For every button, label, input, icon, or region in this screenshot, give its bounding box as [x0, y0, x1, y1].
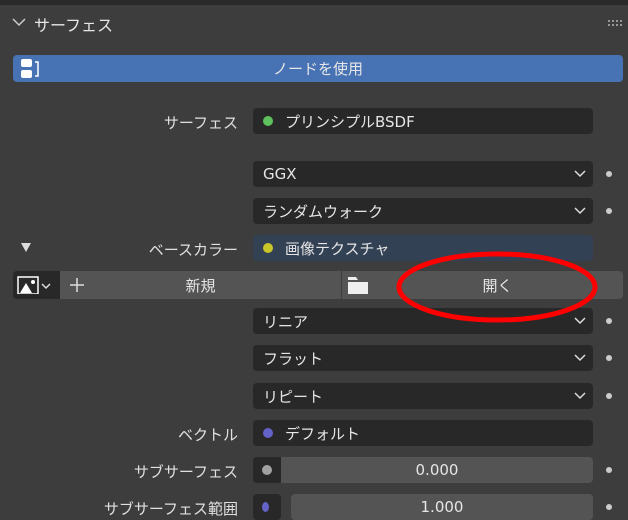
triangle-down-icon[interactable] [21, 243, 31, 252]
vector-field[interactable]: デフォルト [253, 420, 593, 446]
image-icon [17, 276, 51, 294]
keyframe-dot[interactable] [606, 504, 612, 510]
socket-dot-icon [263, 243, 273, 253]
keyframe-dot[interactable] [606, 318, 612, 324]
node-tree-icon [21, 59, 39, 78]
surface-value: プリンシプルBSDF [285, 112, 415, 131]
distribution-value: GGX [263, 165, 297, 183]
distribution-dropdown[interactable]: GGX [253, 161, 593, 187]
surface-label: サーフェス [163, 114, 238, 132]
use-nodes-button[interactable]: ノードを使用 [13, 55, 623, 82]
chevron-down-icon [12, 18, 26, 27]
plus-icon [70, 278, 84, 292]
folder-icon [348, 277, 368, 294]
socket-dot-icon [263, 116, 273, 126]
keyframe-dot[interactable] [606, 171, 612, 177]
panel-title: サーフェス [34, 16, 114, 35]
chevron-down-icon [574, 392, 586, 400]
projection-value: フラット [263, 349, 324, 368]
panel-header[interactable]: サーフェス [0, 8, 628, 38]
subsurface-method-dropdown[interactable]: ランダムウォーク [253, 198, 593, 224]
subsurface-slider[interactable]: 0.000 [281, 457, 593, 483]
new-label: 新規 [185, 276, 216, 295]
surface-shader-field[interactable]: プリンシプルBSDF [253, 108, 593, 134]
subsurface-radius-value: 1.000 [420, 498, 464, 516]
image-browse-button[interactable] [13, 271, 60, 299]
extension-value: リピート [263, 387, 324, 406]
interpolation-value: リニア [263, 312, 309, 331]
vector-label: ベクトル [177, 426, 238, 444]
keyframe-dot[interactable] [606, 467, 612, 473]
keyframe-dot[interactable] [606, 355, 612, 361]
chevron-down-icon [574, 354, 586, 362]
keyframe-dot[interactable] [606, 208, 612, 214]
base-color-label: ベースカラー [148, 241, 238, 259]
subsurface-method-value: ランダムウォーク [263, 202, 384, 221]
red-circle-annotation [396, 251, 598, 323]
drag-handle-icon[interactable] [608, 20, 622, 26]
subsurface-radius-field[interactable]: 1.000 [291, 494, 593, 520]
projection-dropdown[interactable]: フラット [253, 345, 593, 371]
socket-dot-icon [262, 502, 269, 512]
chevron-down-icon [574, 207, 586, 215]
subsurface-radius-label: サブサーフェス範囲 [103, 500, 238, 518]
use-nodes-label: ノードを使用 [272, 60, 363, 78]
base-color-value: 画像テクスチャ [285, 239, 390, 258]
extension-dropdown[interactable]: リピート [253, 383, 593, 409]
socket-dot-icon [262, 465, 272, 475]
socket-dot-icon [263, 428, 273, 438]
subsurface-label: サブサーフェス [133, 463, 238, 481]
keyframe-dot[interactable] [606, 393, 612, 399]
subsurface-value: 0.000 [415, 461, 459, 479]
subsurface-radius-socket[interactable] [253, 494, 281, 520]
new-image-button[interactable]: 新規 [60, 271, 341, 299]
vector-value: デフォルト [285, 424, 361, 443]
chevron-down-icon [574, 170, 586, 178]
top-border [0, 0, 628, 5]
